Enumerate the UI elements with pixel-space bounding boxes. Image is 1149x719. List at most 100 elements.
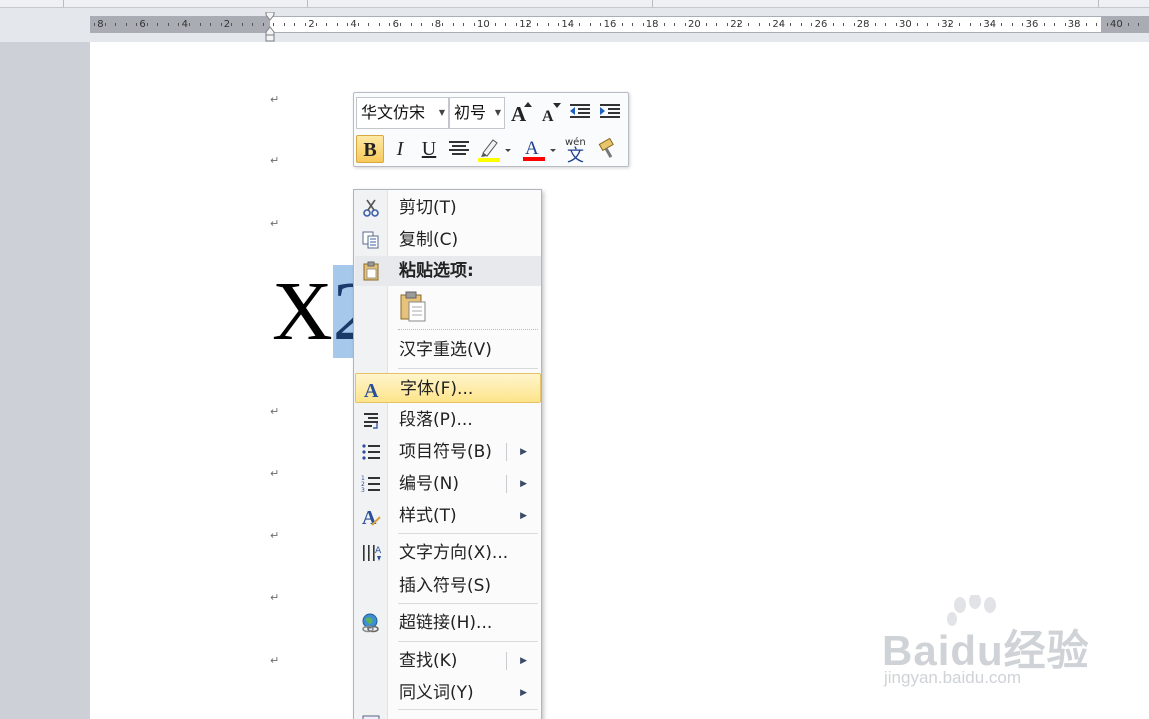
font-name-combo[interactable]: 华文仿宋 ▼ — [356, 97, 449, 129]
shrink-font-button[interactable]: A — [537, 99, 565, 127]
ruler-tick — [642, 23, 644, 26]
bold-button[interactable]: B — [356, 135, 384, 163]
ruler-tick — [1022, 23, 1024, 26]
menu-item-reconvert[interactable]: 汉字重选(V) — [355, 335, 541, 365]
menu-item-cut[interactable]: 剪切(T) — [355, 193, 541, 223]
menu-item-paste-options: 粘贴选项: — [355, 256, 541, 286]
paragraph-mark: ↵ — [270, 467, 280, 480]
center-align-button[interactable] — [445, 135, 473, 163]
ruler-tick — [1106, 23, 1108, 26]
ruler-tick — [716, 23, 718, 26]
paste-icon — [400, 291, 426, 322]
menu-separator — [398, 329, 538, 330]
ruler-tick — [769, 23, 771, 26]
menu-item-label: 段落(P)... — [399, 410, 473, 430]
ruler-number: 22 — [730, 19, 743, 30]
paste-keep-formatting-button[interactable] — [396, 290, 430, 324]
ruler-tick — [494, 23, 496, 26]
ruler-tick — [832, 23, 834, 26]
ruler-tick — [136, 23, 138, 26]
menu-item-label: 字体(F)... — [400, 379, 474, 399]
ruler-tick — [210, 23, 212, 26]
phonetic-guide-icon: wén 文 — [565, 136, 586, 166]
paragraph-icon — [364, 413, 378, 429]
font-size-combo[interactable]: 初号 ▼ — [449, 97, 505, 129]
ruler-margin-right — [1101, 17, 1149, 32]
ruler-tick — [916, 23, 918, 26]
ruler-tick — [653, 23, 655, 26]
menu-item-text-direction[interactable]: A 文字方向(X)... — [355, 538, 541, 568]
menu-separator — [398, 709, 538, 710]
menu-item-paragraph[interactable]: 段落(P)... — [355, 405, 541, 435]
ruler-tick — [674, 23, 676, 26]
ruler-tick — [821, 23, 823, 26]
menu-item-find[interactable]: 查找(K) ▶ — [355, 646, 541, 676]
submenu-arrow-icon[interactable]: ▶ — [520, 437, 527, 467]
clipboard-icon — [363, 261, 379, 281]
menu-item-styles[interactable]: A 样式(T) ▶ — [355, 501, 541, 531]
font-color-letter: A — [525, 138, 539, 159]
menu-item-numbering[interactable]: 1 2 3 编号(N) ▶ — [355, 469, 541, 499]
menu-item-bullets[interactable]: 项目符号(B) ▶ — [355, 437, 541, 467]
split-divider — [506, 475, 507, 493]
menu-separator — [398, 641, 538, 642]
menu-item-cut-off[interactable] — [355, 712, 541, 719]
ruler-number: 2 — [308, 19, 315, 30]
ruler-tick — [1032, 23, 1034, 26]
ruler-number: 8 — [97, 19, 104, 30]
menu-item-insert-symbol[interactable]: 插入符号(S) — [355, 571, 541, 601]
horizontal-ruler[interactable]: 8642246810121416182022242628303234363840 — [90, 16, 1149, 33]
ruler-tick — [621, 23, 623, 26]
indent-marker-icon[interactable] — [265, 12, 275, 42]
highlight-color-button[interactable] — [475, 135, 513, 163]
paragraph-mark: ↵ — [270, 591, 280, 604]
ruler-number: 24 — [772, 19, 786, 30]
highlighter-icon — [478, 139, 511, 162]
copy-icon — [362, 231, 379, 249]
text-unselected[interactable]: X — [272, 265, 333, 358]
ruler-tick — [906, 23, 908, 26]
decrease-indent-icon — [570, 104, 590, 118]
styles-icon: A — [362, 507, 381, 527]
paragraph-mark: ↵ — [270, 93, 280, 106]
phonetic-guide-button[interactable]: wén 文 — [562, 135, 592, 166]
bullet-list-icon — [362, 444, 380, 460]
ruler-number: 14 — [561, 19, 575, 30]
ruler-tick — [505, 23, 507, 26]
menu-separator — [398, 368, 538, 369]
strip-divider — [63, 0, 64, 7]
menu-item-label: 汉字重选(V) — [399, 340, 492, 360]
italic-button[interactable]: I — [386, 135, 414, 163]
decrease-indent-button[interactable] — [566, 99, 594, 127]
menu-item-label: 剪切(T) — [399, 198, 457, 218]
grow-font-button[interactable]: A — [508, 99, 536, 127]
menu-item-copy[interactable]: 复制(C) — [355, 225, 541, 255]
menu-item-font[interactable]: A 字体(F)... — [355, 373, 541, 403]
ruler-tick — [357, 23, 359, 26]
ruler-tick — [294, 23, 296, 26]
underline-button[interactable]: U — [415, 135, 443, 163]
submenu-arrow-icon[interactable]: ▶ — [520, 646, 527, 676]
ruler-margin-left — [91, 17, 270, 32]
ruler-tick — [695, 23, 697, 26]
ruler-area: 8642246810121416182022242628303234363840 — [0, 8, 1149, 42]
menu-item-hyperlink[interactable]: 超链接(H)... — [355, 608, 541, 638]
ruler-tick — [199, 23, 201, 26]
split-divider — [506, 443, 507, 461]
ruler-tick — [758, 23, 760, 26]
ruler-tick — [558, 23, 560, 26]
ruler-tick — [1054, 23, 1056, 26]
ruler-number: 2 — [223, 19, 231, 30]
submenu-arrow-icon[interactable]: ▶ — [520, 469, 527, 499]
submenu-arrow-icon: ▶ — [520, 511, 527, 521]
ruler-tick — [1117, 23, 1119, 26]
format-painter-button[interactable] — [594, 135, 622, 163]
font-color-button[interactable]: A — [520, 135, 558, 163]
ruler-tick — [410, 23, 412, 26]
ruler-number: 6 — [392, 19, 399, 30]
menu-separator — [398, 533, 538, 534]
increase-indent-button[interactable] — [596, 99, 624, 127]
phonetic-character: 文 — [567, 146, 584, 163]
ruler-tick — [1011, 23, 1013, 26]
menu-item-synonyms[interactable]: 同义词(Y) ▶ — [355, 678, 541, 708]
